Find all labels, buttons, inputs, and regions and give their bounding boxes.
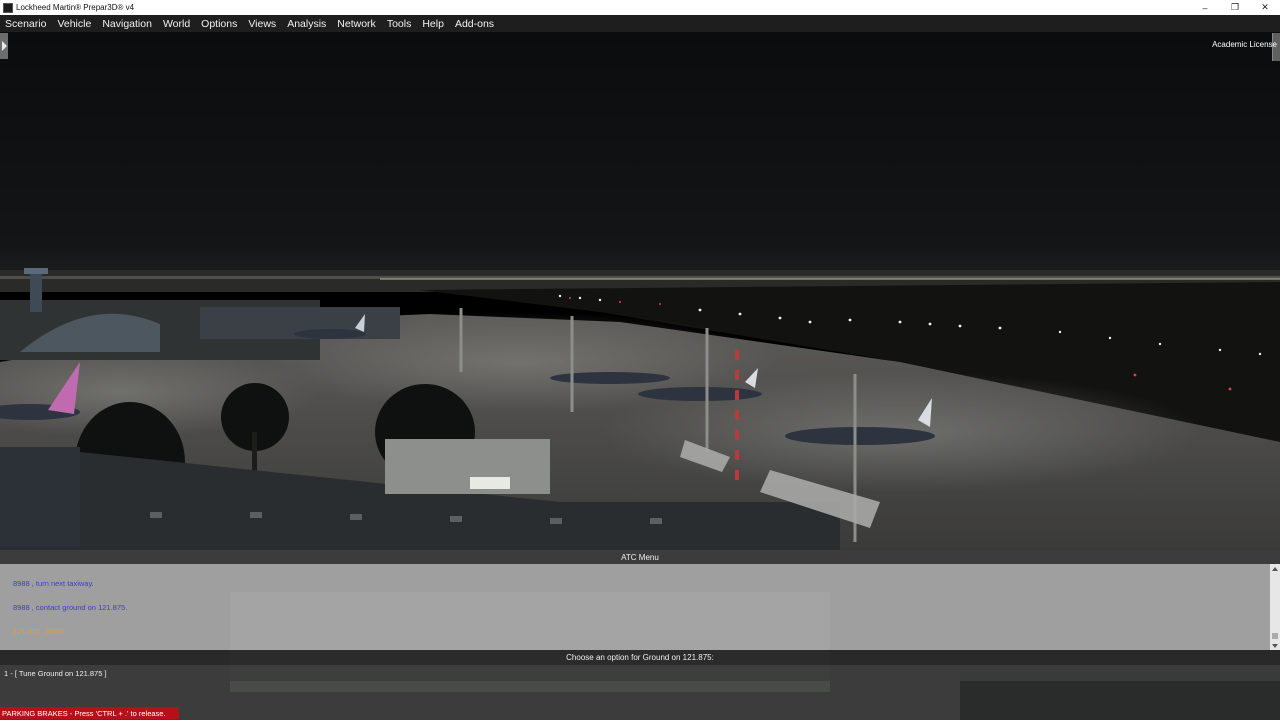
chevron-down-icon: [1272, 643, 1278, 648]
menu-network[interactable]: Network: [332, 18, 382, 30]
menu-views[interactable]: Views: [243, 18, 282, 30]
menu-navigation[interactable]: Navigation: [97, 18, 158, 30]
scroll-thumb[interactable]: [1272, 633, 1278, 639]
menu-help[interactable]: Help: [417, 18, 450, 30]
scroll-down-button[interactable]: [1270, 641, 1280, 650]
menu-vehicle[interactable]: Vehicle: [52, 18, 97, 30]
atc-log-scrollbar[interactable]: [1270, 564, 1280, 650]
restore-button[interactable]: ❐: [1220, 0, 1250, 15]
atc-message: 8988 , turn next taxiway.: [13, 579, 94, 588]
license-label: Academic License: [1212, 40, 1277, 49]
menu-options[interactable]: Options: [196, 18, 243, 30]
prepar3d-app-icon: [3, 2, 13, 13]
chevron-up-icon: [1272, 566, 1278, 571]
menu-add-ons[interactable]: Add-ons: [450, 18, 500, 30]
minimize-button[interactable]: –: [1190, 0, 1220, 15]
menu-bar: Scenario Vehicle Navigation World Option…: [0, 15, 1280, 32]
menu-analysis[interactable]: Analysis: [282, 18, 332, 30]
atc-message: 8988 , contact ground on 121.875.: [13, 603, 128, 612]
scroll-up-button[interactable]: [1270, 564, 1280, 573]
atc-option-tune-ground[interactable]: 1 - [ Tune Ground on 121.875 ]: [4, 669, 107, 678]
window-title: Lockheed Martin® Prepar3D® v4: [16, 3, 135, 12]
atc-options-list: 1 - [ Tune Ground on 121.875 ]: [0, 665, 1280, 681]
window-controls: – ❐ ✕: [1190, 0, 1280, 15]
atc-message-log: 8988 , turn next taxiway. 8988 , contact…: [0, 564, 1270, 650]
menu-scenario[interactable]: Scenario: [0, 18, 52, 30]
atc-menu-header: ATC Menu: [0, 550, 1280, 564]
atc-message: 121.875 , 8988: [13, 627, 64, 636]
menu-tools[interactable]: Tools: [382, 18, 418, 30]
menu-world[interactable]: World: [158, 18, 196, 30]
arrow-right-icon: [1, 41, 7, 51]
close-button[interactable]: ✕: [1250, 0, 1280, 15]
atc-prompt: Choose an option for Ground on 121.875:: [0, 650, 1280, 665]
parking-brakes-status: PARKING BRAKES - Press 'CTRL + .' to rel…: [0, 707, 179, 719]
window-title-bar: Lockheed Martin® Prepar3D® v4 – ❐ ✕: [0, 0, 1280, 15]
left-panel-toggle[interactable]: [0, 33, 8, 59]
